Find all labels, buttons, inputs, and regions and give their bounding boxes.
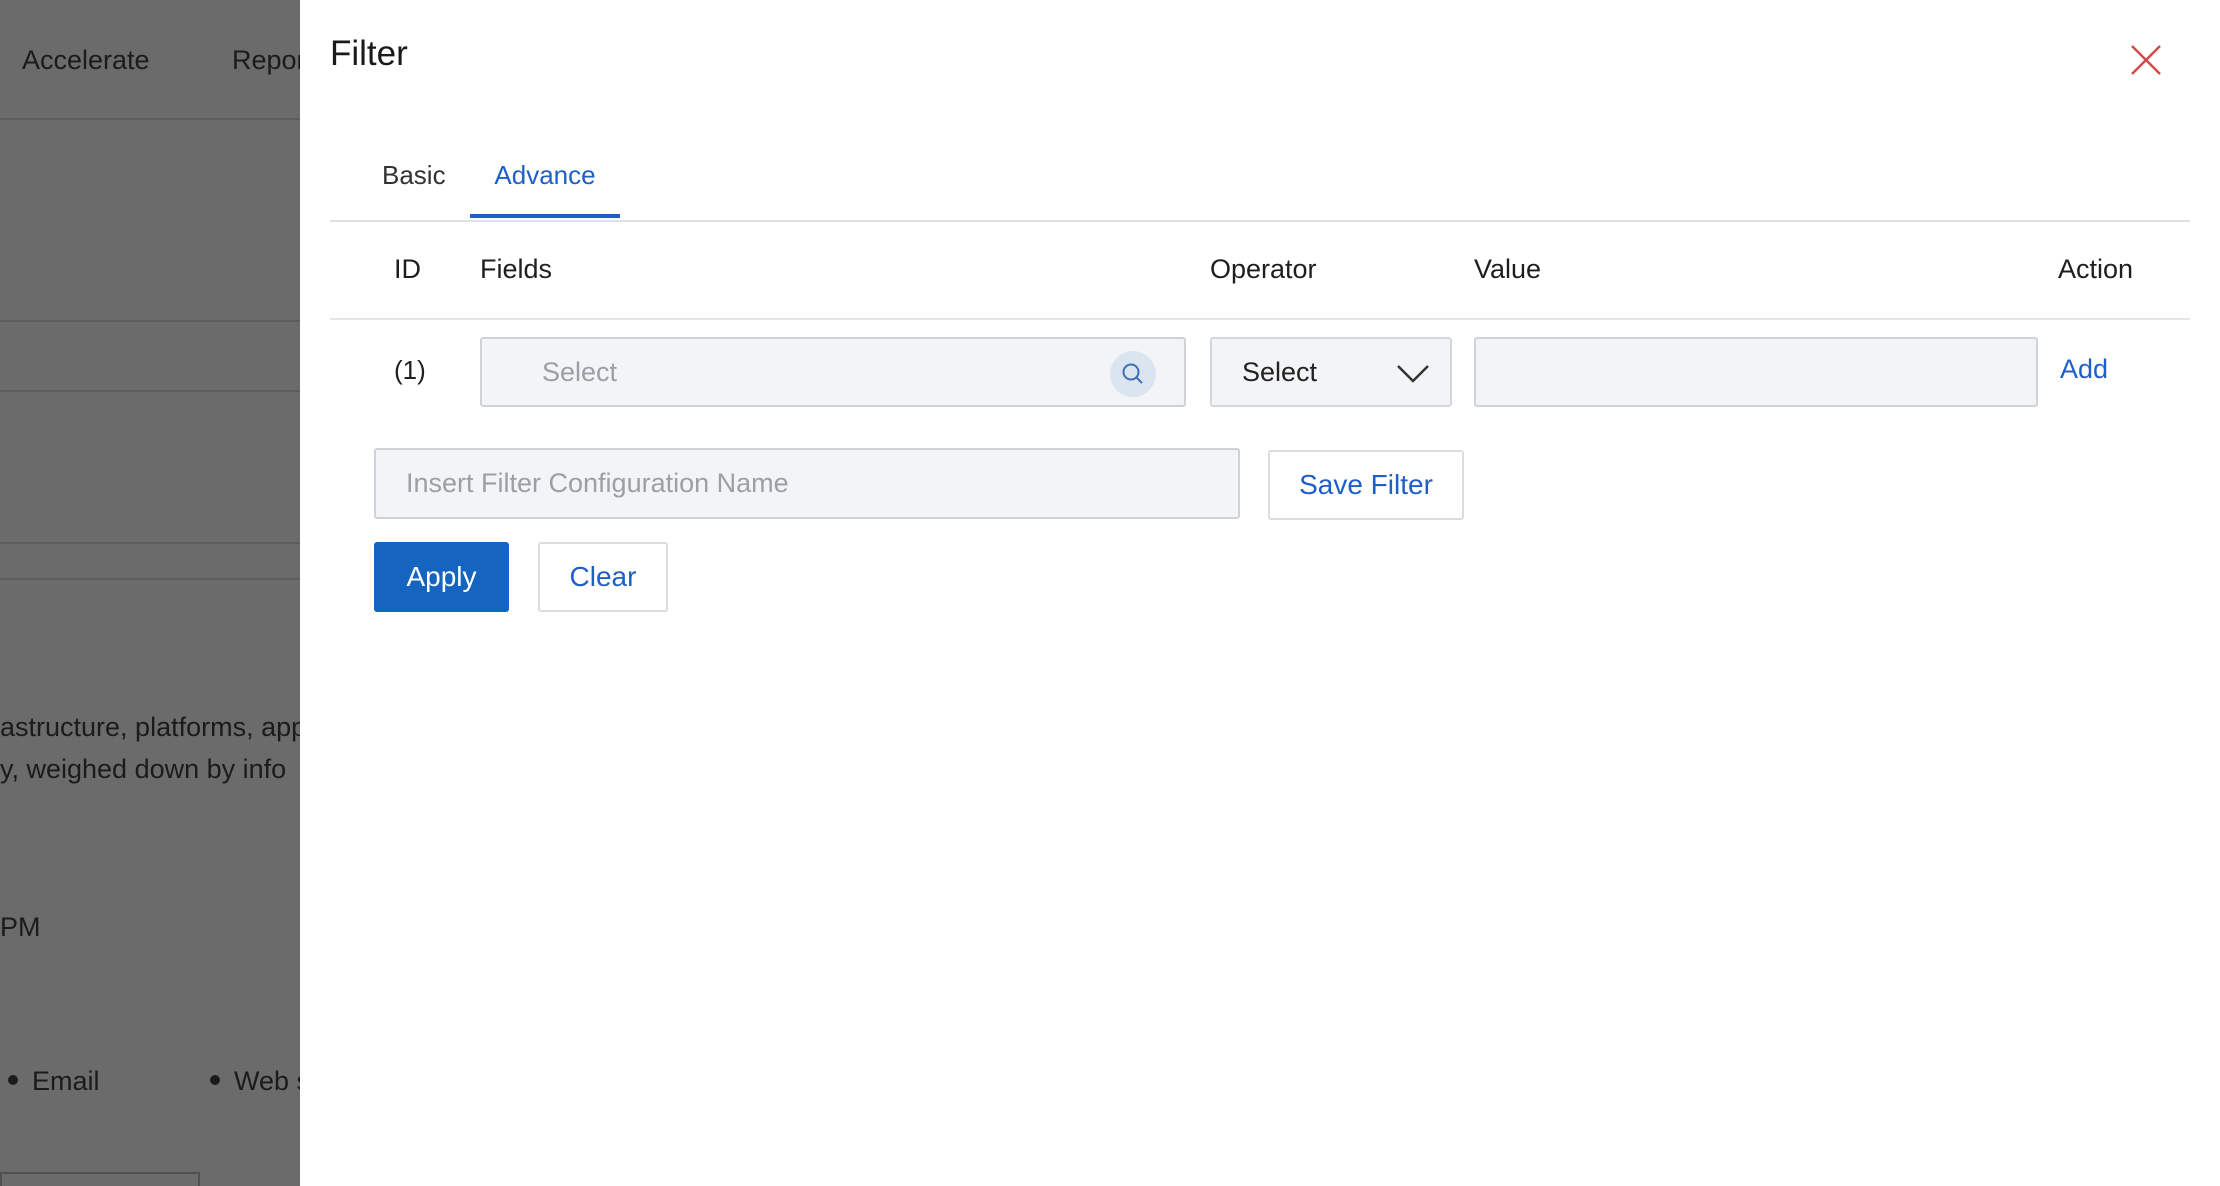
filter-tabs: Basic Advance bbox=[330, 148, 2190, 222]
column-header-action: Action bbox=[2058, 254, 2134, 284]
operator-select-value: Select bbox=[1242, 357, 1318, 387]
close-icon bbox=[2131, 45, 2161, 75]
column-header-id: ID bbox=[394, 254, 421, 284]
field-select[interactable]: Select bbox=[480, 337, 1186, 407]
filter-config-name-input[interactable]: Insert Filter Configuration Name bbox=[374, 448, 1240, 519]
bg-nav-reports: Repor bbox=[232, 45, 300, 75]
table-header: ID Fields Operator Value Action bbox=[330, 222, 2190, 320]
bg-bullet-label: Email bbox=[32, 1066, 100, 1096]
bullet-dot bbox=[210, 1074, 220, 1085]
bg-divider bbox=[0, 390, 300, 392]
column-header-fields: Fields bbox=[480, 254, 553, 284]
clear-button[interactable]: Clear bbox=[538, 542, 668, 612]
chevron-down-icon bbox=[1397, 365, 1429, 383]
bg-divider bbox=[0, 118, 300, 120]
field-select-placeholder: Select bbox=[542, 357, 618, 387]
config-name-placeholder: Insert Filter Configuration Name bbox=[406, 468, 789, 498]
search-icon[interactable] bbox=[1110, 351, 1156, 397]
bg-divider bbox=[0, 320, 300, 322]
apply-button[interactable]: Apply bbox=[374, 542, 509, 612]
column-header-value: Value bbox=[1474, 254, 1542, 284]
tab-basic[interactable]: Basic bbox=[382, 160, 446, 218]
tab-advance[interactable]: Advance bbox=[470, 160, 620, 218]
bg-box bbox=[0, 1172, 200, 1186]
bg-divider bbox=[0, 542, 300, 544]
modal-title: Filter bbox=[330, 34, 408, 73]
bg-divider bbox=[0, 578, 300, 580]
column-header-operator: Operator bbox=[1210, 254, 1317, 284]
bg-bullet-web: Web s bbox=[210, 1066, 300, 1097]
bg-bullet-label: Web s bbox=[234, 1066, 300, 1096]
save-filter-button[interactable]: Save Filter bbox=[1268, 450, 1464, 520]
value-input[interactable] bbox=[1474, 337, 2038, 407]
bullet-dot bbox=[8, 1074, 18, 1085]
close-button[interactable] bbox=[2126, 40, 2166, 80]
background-page: Accelerate Repor astructure, platforms, … bbox=[0, 0, 300, 1186]
bg-paragraph-line: astructure, platforms, app bbox=[0, 712, 300, 742]
bg-nav-accelerate: Accelerate bbox=[22, 45, 150, 75]
add-row-link[interactable]: Add bbox=[2060, 354, 2108, 385]
operator-select[interactable]: Select bbox=[1210, 337, 1452, 407]
bg-paragraph-line: y, weighed down by info bbox=[0, 754, 287, 784]
row-id: (1) bbox=[394, 355, 426, 385]
bg-bullet-email: Email bbox=[8, 1066, 100, 1097]
bg-time-text: PM bbox=[0, 912, 41, 942]
